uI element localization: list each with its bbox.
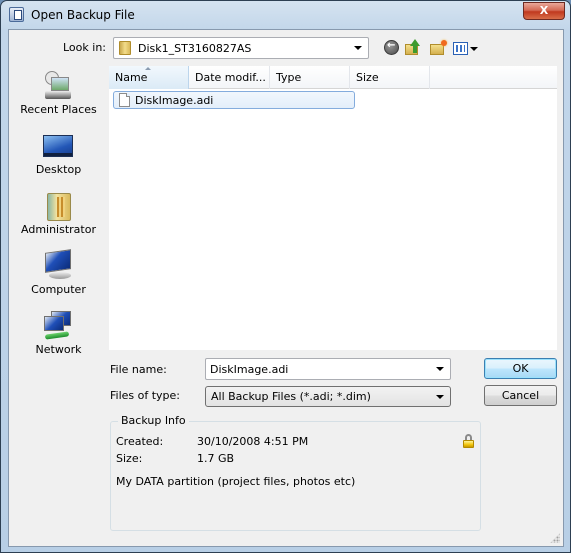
open-backup-file-dialog: Open Backup File X Look in: Disk1_ST3160… xyxy=(0,0,571,553)
file-list[interactable]: Name Date modif... Type Size DiskImage.a… xyxy=(108,65,558,351)
backup-info-group: Backup Info Created: 30/10/2008 4:51 PM … xyxy=(110,414,481,531)
resize-grip[interactable] xyxy=(550,533,560,543)
place-administrator[interactable]: Administrator xyxy=(16,187,101,243)
file-name-value: DiskImage.adi xyxy=(210,363,289,376)
recent-places-icon xyxy=(43,71,73,101)
backup-info-title: Backup Info xyxy=(118,414,189,427)
column-header-type[interactable]: Type xyxy=(270,66,350,89)
place-label: Network xyxy=(35,343,82,356)
ok-button[interactable]: OK xyxy=(484,358,557,379)
file-name: DiskImage.adi xyxy=(135,94,214,107)
sort-ascending-icon xyxy=(145,67,151,70)
file-name-label: File name: xyxy=(110,363,167,376)
column-headers: Name Date modif... Type Size xyxy=(109,66,557,89)
place-label: Administrator xyxy=(21,223,96,236)
lock-icon xyxy=(463,434,474,448)
cancel-button[interactable]: Cancel xyxy=(484,385,557,406)
close-button[interactable]: X xyxy=(523,2,565,20)
column-header-date-modified[interactable]: Date modif... xyxy=(189,66,270,89)
column-header-filler xyxy=(430,66,557,89)
views-menu-icon[interactable] xyxy=(453,39,479,57)
created-value: 30/10/2008 4:51 PM xyxy=(197,435,309,448)
file-icon xyxy=(119,93,130,107)
place-label: Recent Places xyxy=(20,103,97,116)
computer-icon xyxy=(43,249,73,281)
window-title: Open Backup File xyxy=(31,8,135,22)
desktop-icon xyxy=(43,131,73,161)
size-value: 1.7 GB xyxy=(197,452,235,465)
network-icon xyxy=(43,311,73,341)
close-icon: X xyxy=(539,4,549,17)
place-label: Computer xyxy=(31,283,86,296)
place-network[interactable]: Network xyxy=(16,307,101,363)
backup-description: My DATA partition (project files, photos… xyxy=(116,475,356,488)
places-bar: Recent Places Desktop Administrator Comp… xyxy=(16,65,101,356)
column-header-name[interactable]: Name xyxy=(109,66,189,89)
look-in-label: Look in: xyxy=(63,41,106,54)
files-of-type-select[interactable]: All Backup Files (*.adi; *.dim) xyxy=(205,386,451,407)
look-in-value: Disk1_ST3160827AS xyxy=(138,42,252,55)
place-recent-places[interactable]: Recent Places xyxy=(16,67,101,123)
list-item[interactable]: DiskImage.adi xyxy=(113,91,355,109)
chevron-down-icon xyxy=(436,395,444,399)
dialog-client-area: Look in: Disk1_ST3160827AS Recent Places… xyxy=(8,29,564,547)
place-desktop[interactable]: Desktop xyxy=(16,127,101,183)
chevron-down-icon xyxy=(354,46,362,50)
look-in-combobox[interactable]: Disk1_ST3160827AS xyxy=(113,37,369,59)
files-of-type-value: All Backup Files (*.adi; *.dim) xyxy=(211,390,371,403)
place-label: Desktop xyxy=(35,163,82,176)
up-folder-icon[interactable] xyxy=(405,39,423,57)
user-folder-icon xyxy=(43,191,73,221)
back-icon[interactable] xyxy=(384,40,399,55)
chevron-down-icon xyxy=(470,47,478,51)
place-computer[interactable]: Computer xyxy=(16,247,101,303)
new-folder-icon[interactable] xyxy=(430,39,448,57)
chevron-down-icon xyxy=(436,367,444,371)
created-label: Created: xyxy=(116,435,164,448)
size-label: Size: xyxy=(116,452,143,465)
files-of-type-label: Files of type: xyxy=(110,389,181,402)
file-name-combobox[interactable]: DiskImage.adi xyxy=(205,358,451,380)
title-bar[interactable]: Open Backup File X xyxy=(1,1,570,29)
app-icon xyxy=(9,7,24,22)
column-header-size[interactable]: Size xyxy=(350,66,430,89)
folder-icon xyxy=(119,41,131,55)
